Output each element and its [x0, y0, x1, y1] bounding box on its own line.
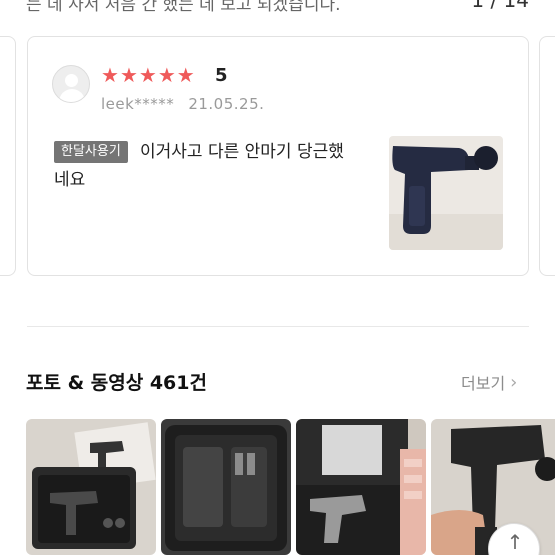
- carry-case-photo: [161, 419, 291, 555]
- open-case-photo: [296, 419, 426, 555]
- star-icon: ★: [176, 63, 195, 87]
- reviewer-name: leek*****: [101, 95, 175, 113]
- star-rating: ★ ★ ★ ★ ★: [101, 64, 195, 86]
- star-icon: ★: [101, 63, 119, 87]
- review-text: 이거사고 다른 안마기 당근했네요: [54, 142, 344, 190]
- massage-gun-photo: [389, 136, 503, 250]
- avatar: [52, 65, 90, 103]
- review-meta: leek***** 21.05.25.: [101, 95, 264, 113]
- review-card[interactable]: ★ ★ ★ ★ ★ 5 leek***** 21.05.25. 한달사용기 이거사…: [27, 36, 529, 276]
- review-date: 21.05.25.: [188, 95, 265, 113]
- photo-thumbnail[interactable]: [296, 419, 426, 555]
- photo-thumbnail[interactable]: [26, 419, 156, 555]
- previous-review-card[interactable]: [0, 36, 16, 276]
- massage-gun-case-photo: [26, 419, 156, 555]
- photo-section-title: 포토 & 동영상 461건: [26, 372, 207, 394]
- more-button[interactable]: 더보기 ›: [461, 370, 517, 394]
- arrow-up-icon: ↑: [506, 530, 524, 554]
- star-icon: ★: [157, 63, 176, 87]
- section-divider: [27, 326, 529, 327]
- star-icon: ★: [138, 63, 157, 87]
- star-icon: ★: [119, 63, 138, 87]
- chevron-right-icon: ›: [510, 371, 518, 393]
- next-review-card[interactable]: [539, 36, 555, 276]
- review-counter: 1 / 14: [471, 0, 529, 12]
- more-label: 더보기: [461, 374, 506, 393]
- review-thumbnail[interactable]: [389, 136, 503, 250]
- photo-thumbnail[interactable]: [161, 419, 291, 555]
- header-text: 는 데 사서 처음 간 했는 데 보고 되겠습니다.: [26, 0, 341, 15]
- review-summary-header: 는 데 사서 처음 간 했는 데 보고 되겠습니다. 1 / 14: [0, 0, 555, 15]
- rating-value: 5: [215, 65, 228, 86]
